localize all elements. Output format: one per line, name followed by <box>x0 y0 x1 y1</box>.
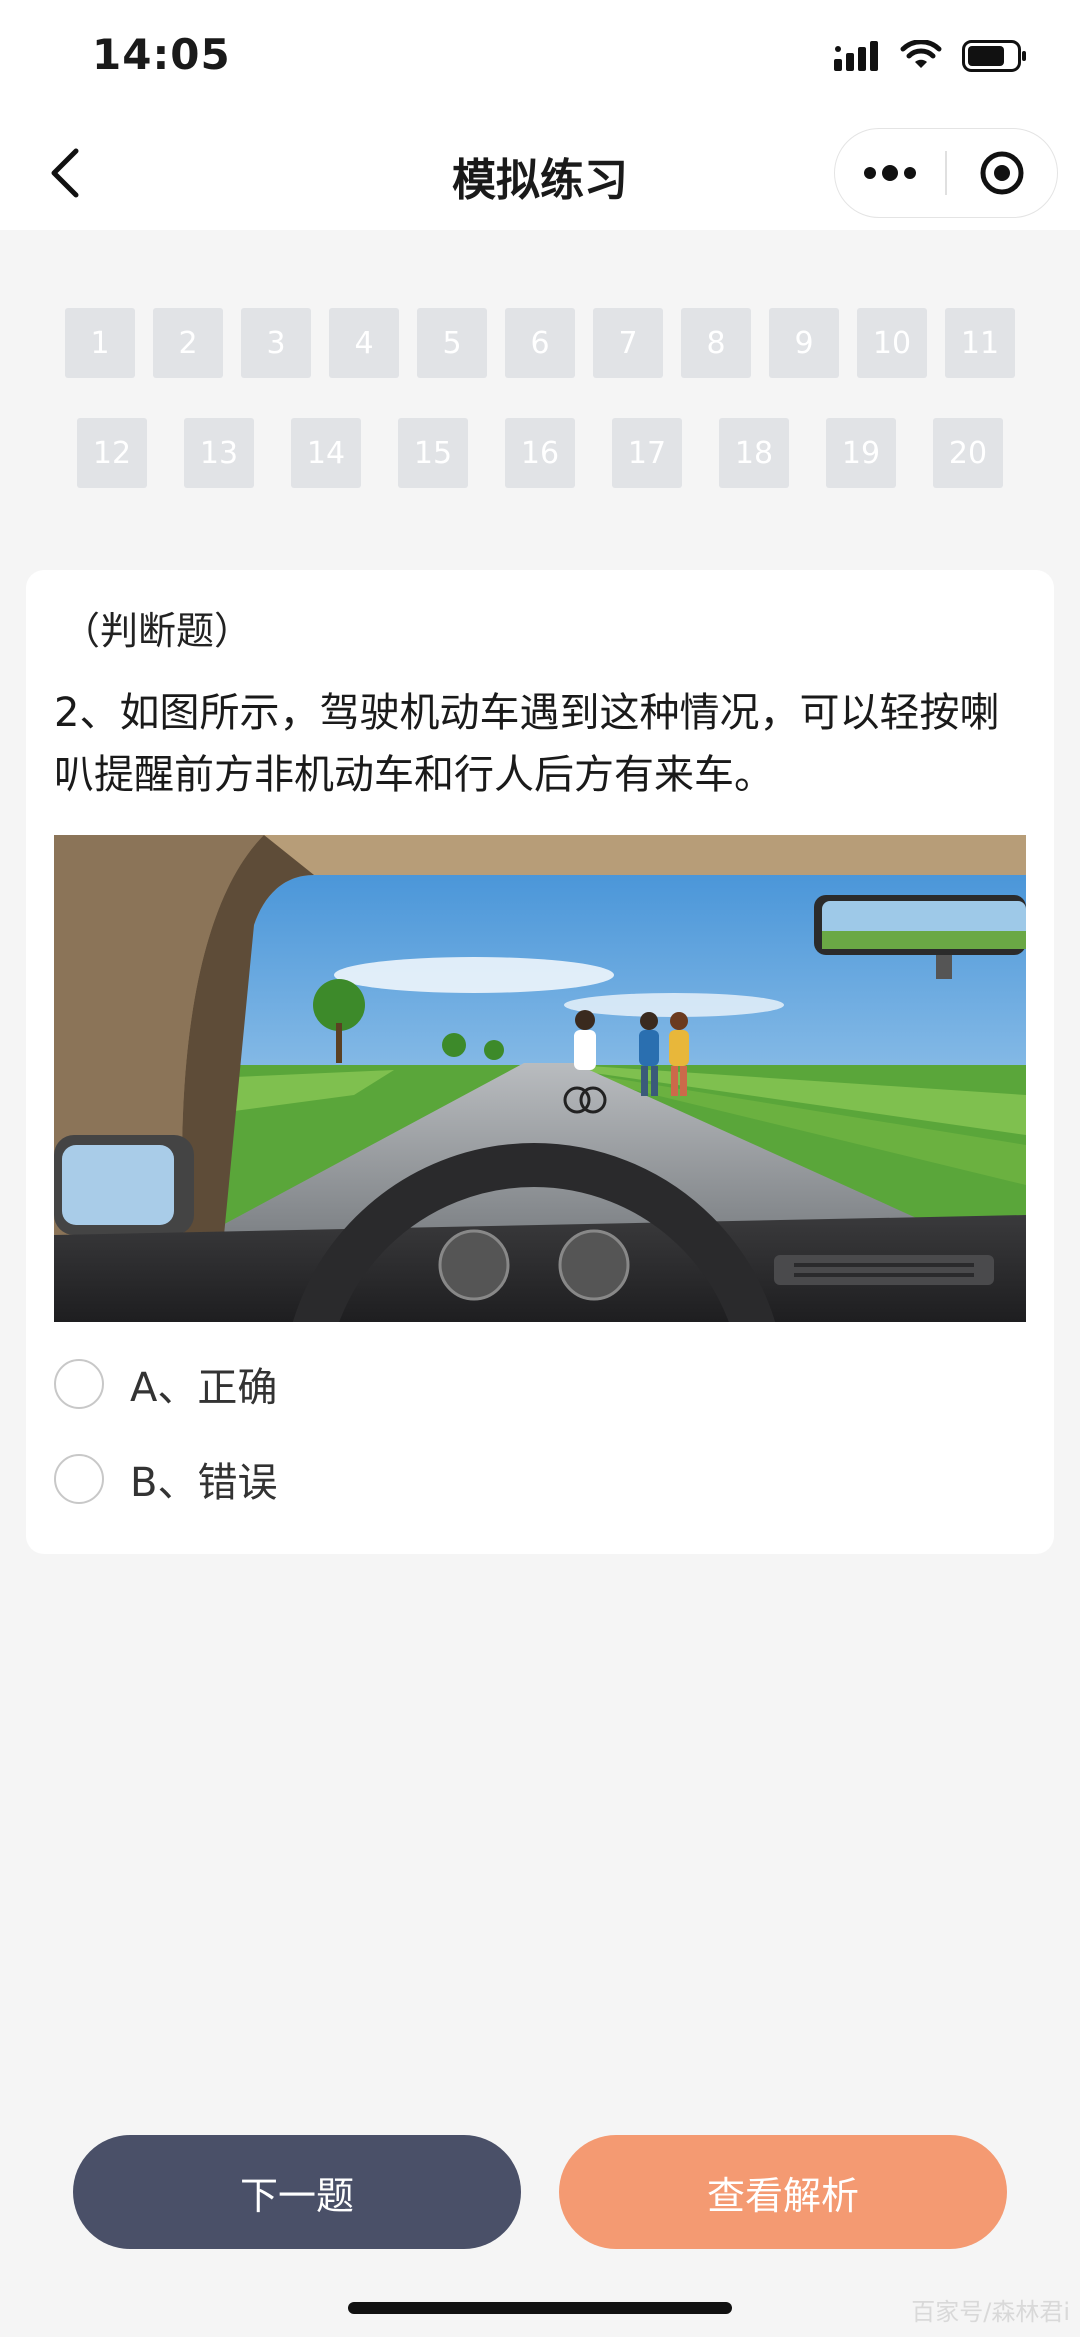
question-number[interactable]: 18 <box>719 418 789 488</box>
question-number[interactable]: 17 <box>612 418 682 488</box>
question-number[interactable]: 16 <box>505 418 575 488</box>
view-analysis-button[interactable]: 查看解析 <box>559 2135 1007 2249</box>
question-number[interactable]: 3 <box>241 308 311 378</box>
signal-icon <box>834 41 878 71</box>
question-text: 2、如图所示，驾驶机动车遇到这种情况，可以轻按喇叭提醒前方非机动车和行人后方有来… <box>54 690 1000 798</box>
option-label: A、正确 <box>130 1365 278 1411</box>
next-question-button[interactable]: 下一题 <box>73 2135 521 2249</box>
wifi-icon <box>900 40 942 68</box>
more-icon[interactable] <box>862 165 918 181</box>
question-number-row-2: 12 13 14 15 16 17 18 19 20 <box>0 418 1080 488</box>
question-number[interactable]: 12 <box>77 418 147 488</box>
question-number[interactable]: 20 <box>933 418 1003 488</box>
driving-scene-illustration <box>54 835 1026 1322</box>
question-card: （判断题） 2、如图所示，驾驶机动车遇到这种情况，可以轻按喇叭提醒前方非机动车和… <box>26 570 1054 1554</box>
option-label: B、错误 <box>130 1460 278 1506</box>
radio-circle-icon[interactable] <box>54 1359 104 1409</box>
question-number[interactable]: 11 <box>945 308 1015 378</box>
mini-program-capsule <box>834 128 1058 218</box>
battery-icon <box>962 40 1026 72</box>
watermark: 百家号/森林君i <box>911 2298 1070 2326</box>
question-number[interactable]: 19 <box>826 418 896 488</box>
more-button[interactable] <box>835 129 945 217</box>
question-number[interactable]: 9 <box>769 308 839 378</box>
question-number[interactable]: 13 <box>184 418 254 488</box>
question-number[interactable]: 6 <box>505 308 575 378</box>
question-number[interactable]: 8 <box>681 308 751 378</box>
question-number-row-1: 1 2 3 4 5 6 7 8 9 10 11 <box>0 308 1080 378</box>
close-button[interactable] <box>947 129 1057 217</box>
status-bar: 14:05 <box>0 0 1080 118</box>
option-b[interactable]: B、错误 <box>54 1450 277 1508</box>
home-indicator <box>348 2302 732 2314</box>
question-number[interactable]: 14 <box>291 418 361 488</box>
radio-circle-icon[interactable] <box>54 1454 104 1504</box>
question-number[interactable]: 10 <box>857 308 927 378</box>
question-number[interactable]: 1 <box>65 308 135 378</box>
question-image <box>54 835 1026 1322</box>
question-number[interactable]: 15 <box>398 418 468 488</box>
question-type: （判断题） <box>62 609 253 653</box>
nav-bar: 模拟练习 <box>0 118 1080 230</box>
option-a[interactable]: A、正确 <box>54 1355 277 1413</box>
question-number[interactable]: 5 <box>417 308 487 378</box>
question-number[interactable]: 2 <box>153 308 223 378</box>
status-icons <box>834 40 1028 72</box>
target-icon[interactable] <box>978 149 1026 197</box>
question-number[interactable]: 4 <box>329 308 399 378</box>
status-time: 14:05 <box>92 30 231 79</box>
question-number[interactable]: 7 <box>593 308 663 378</box>
